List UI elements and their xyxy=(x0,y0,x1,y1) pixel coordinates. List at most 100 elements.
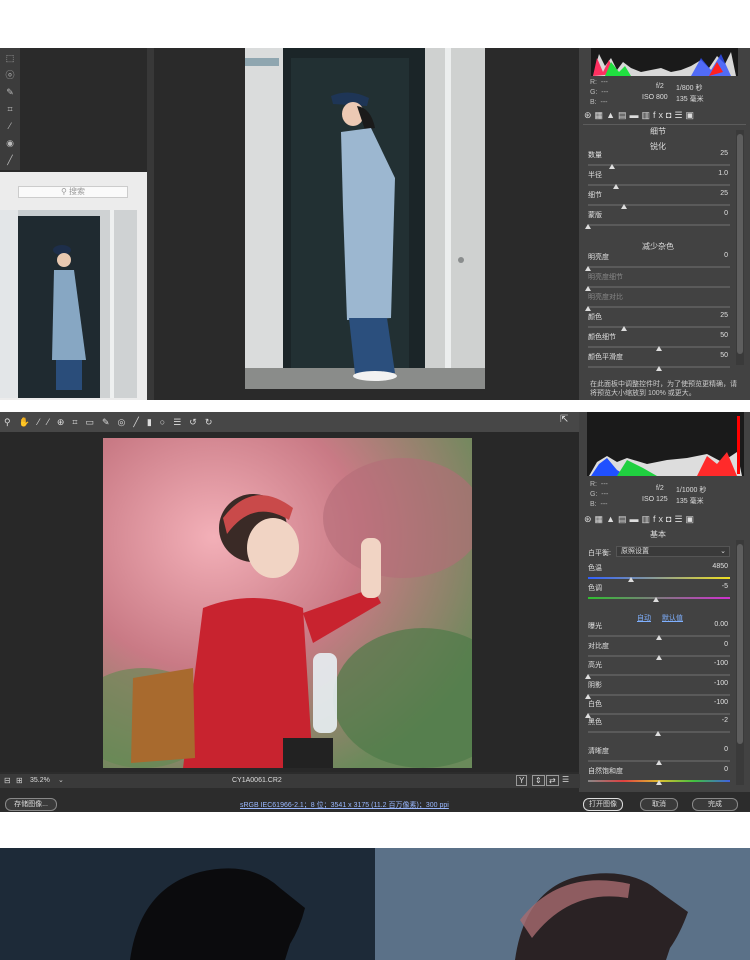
sharpen-slider-thumb[interactable] xyxy=(613,184,620,189)
sharpen-slider-thumb[interactable] xyxy=(585,224,591,229)
basic-slider-thumb[interactable] xyxy=(656,780,662,785)
basic-slider-thumb[interactable] xyxy=(585,674,591,679)
save-image-button[interactable]: 存储图像... xyxy=(5,798,57,811)
brush-tool-icon[interactable]: ✎ xyxy=(3,85,17,99)
copy-icon[interactable]: ⇄ xyxy=(546,775,559,786)
basic-slider-thumb[interactable] xyxy=(653,597,660,602)
pen-tool-icon[interactable]: ╱ xyxy=(3,153,17,167)
slider-value[interactable]: 0 xyxy=(698,641,728,648)
before-after-icon[interactable]: Y xyxy=(516,775,528,786)
basic-slider-track[interactable] xyxy=(588,713,730,715)
slider-value[interactable]: 50 xyxy=(698,352,728,359)
prefs-icon[interactable]: ☰ xyxy=(173,417,181,428)
target-adjust-icon[interactable]: ⊕ xyxy=(57,417,65,428)
noise-slider-track[interactable] xyxy=(588,286,730,288)
slider-value[interactable]: 0 xyxy=(698,252,728,259)
workflow-options-link[interactable]: sRGB IEC61966-2.1；8 位；3541 x 3175 (11.2 … xyxy=(240,800,449,810)
hsl-tab-icon[interactable]: ▤ xyxy=(618,110,630,120)
basic-slider-track[interactable] xyxy=(588,674,730,676)
auto-link[interactable]: 自动 xyxy=(637,613,651,623)
spot-removal-icon[interactable]: ✎ xyxy=(102,417,110,428)
curve-tab-icon[interactable]: ▦ xyxy=(595,514,607,524)
redeye-icon[interactable]: ◎ xyxy=(118,417,126,428)
settings-icon[interactable]: ☰ xyxy=(562,775,569,784)
zoom-minus-icon[interactable]: ⊟ xyxy=(4,776,11,785)
noise-slider-thumb[interactable] xyxy=(585,266,591,271)
zoom-tool-icon[interactable]: ⚲ xyxy=(4,417,11,428)
fx-tab-icon[interactable]: fx xyxy=(653,110,666,120)
preview-image[interactable] xyxy=(245,48,485,389)
search-input[interactable]: ⚲ 搜索 xyxy=(18,186,128,198)
color-sampler-icon[interactable]: ⁄ xyxy=(47,417,49,427)
cancel-button[interactable]: 取消 xyxy=(640,798,678,811)
lasso-tool-icon[interactable]: ⓞ xyxy=(3,68,17,82)
basic-slider-thumb[interactable] xyxy=(627,577,634,582)
crop-icon[interactable]: ⌗ xyxy=(72,417,77,428)
slider-value[interactable]: 1.0 xyxy=(698,170,728,177)
basic-slider-thumb[interactable] xyxy=(654,731,661,736)
pane-divider[interactable] xyxy=(147,48,154,400)
noise-slider-thumb[interactable] xyxy=(656,366,662,371)
default-link[interactable]: 默认值 xyxy=(662,613,683,623)
basic-slider-track[interactable] xyxy=(588,694,730,696)
snapshots-tab-icon[interactable]: ▣ xyxy=(686,110,698,120)
noise-slider-track[interactable] xyxy=(588,306,730,308)
presets-tab-icon[interactable]: ☰ xyxy=(674,514,685,524)
split-tab-icon[interactable]: ▬ xyxy=(630,110,642,120)
rotate-left-icon[interactable]: ↺ xyxy=(189,417,197,428)
slider-value[interactable]: 0 xyxy=(698,766,728,773)
wb-select[interactable]: 原照设置 ⌄ xyxy=(616,546,730,557)
slider-value[interactable]: 0 xyxy=(698,746,728,753)
curve-tab-icon[interactable]: ▦ xyxy=(595,110,607,120)
done-button[interactable]: 完成 xyxy=(692,798,738,811)
zoom-plus-icon[interactable]: ⊞ xyxy=(16,776,23,785)
fx-tab-icon[interactable]: fx xyxy=(653,514,666,524)
snapshots-tab-icon[interactable]: ▣ xyxy=(686,514,698,524)
slider-value[interactable]: 0 xyxy=(698,210,728,217)
basic-slider-thumb[interactable] xyxy=(656,635,662,640)
sharpen-slider-track[interactable] xyxy=(588,224,730,226)
slider-value[interactable]: -100 xyxy=(698,699,728,706)
lens-tab-icon[interactable]: ▥ xyxy=(642,514,654,524)
preview-image-2[interactable] xyxy=(103,438,472,768)
sharpen-slider-thumb[interactable] xyxy=(620,204,627,209)
sharpen-slider-track[interactable] xyxy=(588,184,730,186)
thumbnail-image[interactable] xyxy=(0,210,137,398)
hsl-tab-icon[interactable]: ▤ xyxy=(618,514,630,524)
zoom-chevron-icon[interactable]: ⌄ xyxy=(58,776,64,784)
slider-value[interactable]: -5 xyxy=(698,583,728,590)
slider-value[interactable]: 4850 xyxy=(698,563,728,570)
basic-slider-track[interactable] xyxy=(588,577,730,579)
slider-value[interactable]: -100 xyxy=(698,680,728,687)
fullscreen-icon[interactable]: ⇱ xyxy=(560,414,568,425)
rotate-right-icon[interactable]: ↻ xyxy=(205,417,213,428)
slider-value[interactable]: 0.00 xyxy=(698,621,728,628)
eyedropper-tool-icon[interactable]: ⁄ xyxy=(3,119,17,133)
noise-slider-thumb[interactable] xyxy=(585,306,591,311)
noise-slider-thumb[interactable] xyxy=(585,286,591,291)
sharpen-slider-thumb[interactable] xyxy=(609,164,616,169)
wb-tool-icon[interactable]: ⁄ xyxy=(38,417,40,427)
noise-slider-track[interactable] xyxy=(588,266,730,268)
slider-value[interactable]: 25 xyxy=(698,190,728,197)
sharpen-slider-track[interactable] xyxy=(588,204,730,206)
lens-tab-icon[interactable]: ▥ xyxy=(642,110,654,120)
presets-tab-icon[interactable]: ☰ xyxy=(674,110,685,120)
slider-value[interactable]: -2 xyxy=(698,717,728,724)
noise-slider-thumb[interactable] xyxy=(620,326,627,331)
noise-slider-thumb[interactable] xyxy=(656,346,662,351)
slider-value[interactable]: -100 xyxy=(698,660,728,667)
grad-filter-icon[interactable]: ▮ xyxy=(147,417,152,428)
zoom-level[interactable]: 35.2% xyxy=(30,777,50,784)
radial-filter-icon[interactable]: ○ xyxy=(160,417,165,427)
panel-scrollbar[interactable] xyxy=(736,130,744,365)
slider-value[interactable]: 25 xyxy=(698,150,728,157)
basic-slider-thumb[interactable] xyxy=(656,760,662,765)
crop-tool-icon[interactable]: ⌗ xyxy=(3,102,17,116)
split-tab-icon[interactable]: ▬ xyxy=(630,514,642,524)
basic-slider-thumb[interactable] xyxy=(656,655,662,660)
swap-icon[interactable]: ⇕ xyxy=(532,775,545,786)
detail-tab-icon[interactable]: ▲ xyxy=(606,514,618,524)
straighten-icon[interactable]: ▭ xyxy=(85,417,94,428)
noise-slider-track[interactable] xyxy=(588,326,730,328)
